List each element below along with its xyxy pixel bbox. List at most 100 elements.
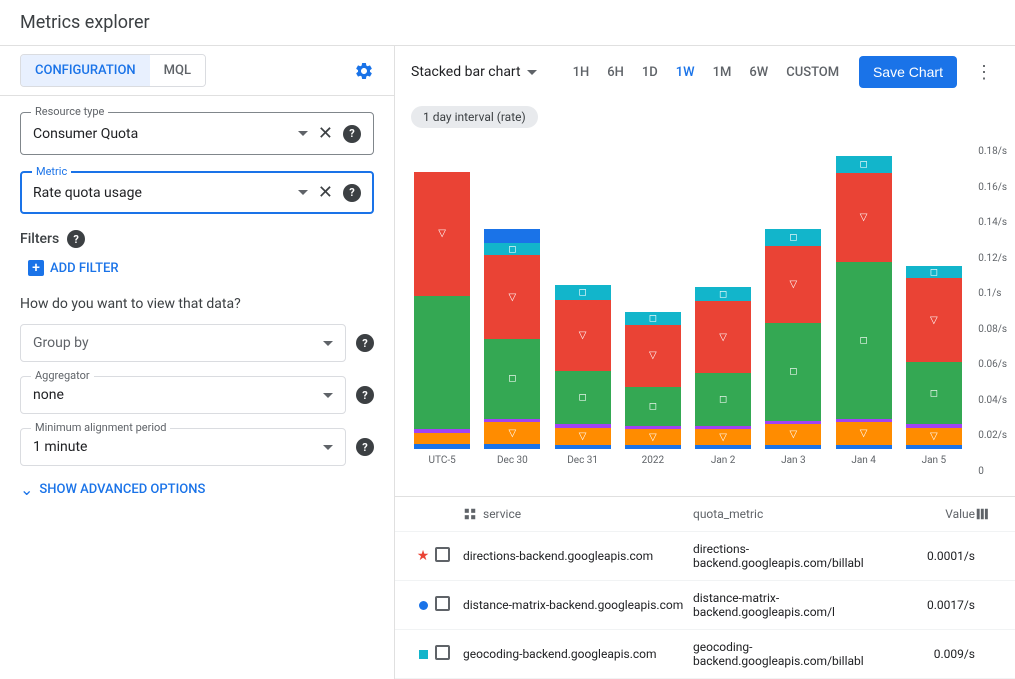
bar-segment: ◻ — [765, 323, 821, 421]
checkbox[interactable] — [435, 596, 450, 611]
time-tab-custom[interactable]: CUSTOM — [786, 65, 839, 80]
x-tick: Jan 5 — [922, 455, 947, 466]
columns-icon[interactable] — [975, 507, 999, 521]
x-tick: Dec 31 — [567, 455, 598, 466]
help-icon[interactable]: ? — [356, 438, 374, 456]
chart-area: 0.18/s0.16/s0.14/s0.12/s0.1/s0.08/s0.06/… — [395, 136, 1015, 496]
chevron-down-icon[interactable] — [323, 445, 333, 450]
y-axis: 0.18/s0.16/s0.14/s0.12/s0.1/s0.08/s0.06/… — [978, 146, 1007, 466]
bar-segment — [484, 444, 540, 449]
help-icon[interactable]: ? — [67, 230, 85, 248]
segment-marker-icon: ▽ — [930, 431, 938, 442]
x-tick: Jan 3 — [781, 455, 806, 466]
time-tab-1d[interactable]: 1D — [642, 65, 658, 80]
tab-mql[interactable]: MQL — [150, 55, 205, 86]
resource-type-label: Resource type — [31, 105, 108, 118]
segment-marker-icon: ▽ — [860, 428, 868, 439]
group-by-field[interactable]: Group by — [20, 324, 346, 362]
show-advanced-options[interactable]: ⌄ SHOW ADVANCED OPTIONS — [20, 480, 374, 499]
segment-marker-icon: ◻ — [789, 366, 797, 377]
time-tab-1w[interactable]: 1W — [676, 65, 695, 80]
min-align-value: 1 minute — [33, 439, 323, 455]
clear-icon[interactable]: ✕ — [318, 182, 333, 203]
legend-row[interactable]: geocoding-backend.googleapis.comgeocodin… — [395, 630, 1015, 679]
bar-segment — [625, 426, 681, 430]
aggregator-field[interactable]: Aggregator none — [20, 376, 346, 414]
segment-marker-icon: ◻ — [578, 392, 586, 403]
chevron-down-icon[interactable] — [323, 341, 333, 346]
legend-row[interactable]: distance-matrix-backend.googleapis.comdi… — [395, 581, 1015, 630]
bar-segment: ▽ — [765, 424, 821, 445]
bar-column: ▽◻▽◻Dec 31 — [552, 285, 614, 466]
segment-marker-icon: ▽ — [579, 431, 587, 442]
bar-segment — [414, 429, 470, 433]
bar-segment: ◻ — [836, 262, 892, 418]
gear-icon[interactable] — [354, 61, 374, 81]
bar-segment: ◻ — [765, 229, 821, 247]
chevron-down-icon[interactable] — [323, 393, 333, 398]
bar-segment: ▽ — [836, 422, 892, 445]
bar-segment: ▽ — [484, 255, 540, 339]
help-icon[interactable]: ? — [356, 334, 374, 352]
segment-marker-icon: ▽ — [930, 315, 938, 326]
tab-configuration[interactable]: CONFIGURATION — [21, 55, 150, 86]
bar-segment: ▽ — [625, 429, 681, 445]
grid-icon — [463, 507, 477, 521]
help-icon[interactable]: ? — [356, 386, 374, 404]
legend-table: service quota_metric Value ★directions-b… — [395, 496, 1015, 679]
time-tab-1h[interactable]: 1H — [573, 65, 590, 80]
chart-type-select[interactable]: Stacked bar chart — [411, 64, 537, 80]
legend-value: 0.009/s — [895, 647, 975, 661]
chevron-down-icon[interactable] — [298, 131, 308, 136]
save-chart-button[interactable]: Save Chart — [859, 56, 957, 88]
clear-icon[interactable]: ✕ — [318, 123, 333, 144]
checkbox[interactable] — [435, 645, 450, 660]
legend-quota-metric: distance-matrix-backend.googleapis.com/l — [693, 591, 895, 619]
bar-stack[interactable]: ▽◻▽◻ — [484, 229, 540, 449]
help-icon[interactable]: ? — [343, 125, 361, 143]
help-icon[interactable]: ? — [343, 184, 361, 202]
bar-column: ▽◻▽◻Dec 30 — [481, 229, 543, 466]
x-tick: Jan 4 — [851, 455, 876, 466]
legend-service: directions-backend.googleapis.com — [463, 549, 693, 563]
legend-service: geocoding-backend.googleapis.com — [463, 647, 693, 661]
chevron-down-icon[interactable] — [298, 190, 308, 195]
time-tab-6h[interactable]: 6H — [607, 65, 624, 80]
bar-stack[interactable]: ▽◻▽◻ — [555, 285, 611, 449]
legend-service: distance-matrix-backend.googleapis.com — [463, 598, 693, 612]
min-align-field[interactable]: Minimum alignment period 1 minute — [20, 428, 346, 466]
bar-stack[interactable]: ▽◻▽◻ — [695, 287, 751, 449]
bar-segment — [836, 445, 892, 449]
bar-segment — [555, 424, 611, 428]
bar-stack[interactable]: ▽◻▽◻ — [836, 156, 892, 449]
resource-type-field[interactable]: Resource type Consumer Quota ✕ ? — [20, 112, 374, 155]
bar-segment: ▽ — [414, 172, 470, 296]
bar-segment: ▽ — [484, 422, 540, 443]
bar-stack[interactable]: ▽ — [414, 172, 470, 449]
bar-segment: ◻ — [555, 285, 611, 299]
segment-marker-icon: ▽ — [509, 292, 517, 303]
aggregator-value: none — [33, 387, 323, 403]
bar-stack[interactable]: ▽◻▽◻ — [906, 266, 962, 449]
bar-segment — [695, 426, 751, 430]
metric-field[interactable]: Metric Rate quota usage ✕ ? — [20, 171, 374, 214]
legend-quota-metric: geocoding-backend.googleapis.com/billabl — [693, 640, 895, 668]
segment-marker-icon: ◻ — [930, 267, 938, 278]
legend-row[interactable]: ★directions-backend.googleapis.comdirect… — [395, 532, 1015, 581]
resource-type-value: Consumer Quota — [33, 126, 298, 142]
bar-stack[interactable]: ▽◻▽◻ — [625, 312, 681, 449]
bar-segment — [625, 445, 681, 449]
bar-segment — [765, 421, 821, 425]
bar-stack[interactable]: ▽◻▽◻ — [765, 229, 821, 449]
bar-column: ▽◻▽◻Jan 2 — [692, 287, 754, 466]
add-filter-button[interactable]: + ADD FILTER — [28, 260, 374, 276]
more-menu-icon[interactable]: ⋮ — [969, 62, 999, 83]
time-range-tabs: 1H 6H 1D 1W 1M 6W CUSTOM — [573, 65, 840, 80]
circle-marker-icon — [411, 601, 435, 610]
time-tab-1m[interactable]: 1M — [713, 65, 732, 80]
checkbox[interactable] — [435, 547, 450, 562]
segment-marker-icon: ▽ — [790, 429, 798, 440]
bar-segment — [484, 229, 540, 243]
bar-segment — [836, 419, 892, 423]
time-tab-6w[interactable]: 6W — [749, 65, 768, 80]
